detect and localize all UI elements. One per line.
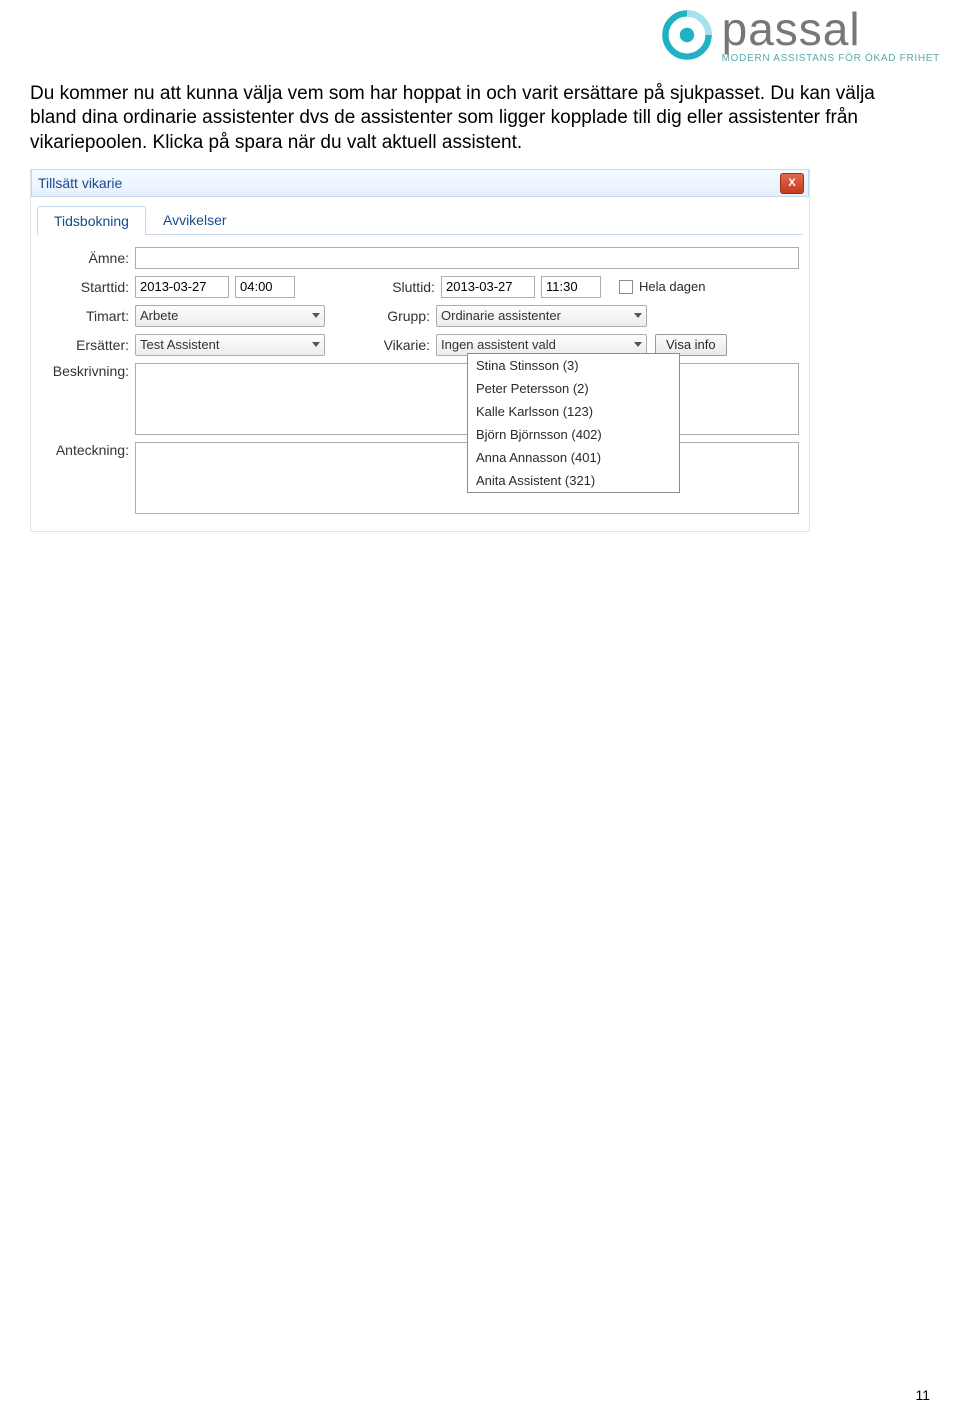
dialog-window: Tillsätt vikarie X Tidsbokning Avvikelse… — [30, 169, 810, 532]
input-end-date[interactable] — [441, 276, 535, 298]
label-vikarie: Vikarie: — [335, 337, 436, 353]
label-grupp: Grupp: — [335, 308, 436, 324]
vikarie-option[interactable]: Anna Annasson (401) — [468, 446, 679, 469]
vikarie-dropdown-list: Stina Stinsson (3) Peter Petersson (2) K… — [467, 353, 680, 493]
select-vikarie-value: Ingen assistent vald — [441, 337, 556, 352]
visa-info-label: Visa info — [666, 337, 716, 352]
select-timart[interactable]: Arbete — [135, 305, 325, 327]
select-grupp-value: Ordinarie assistenter — [441, 308, 561, 323]
brand-tagline: MODERN ASSISTANS FÖR ÖKAD FRIHET — [722, 54, 940, 64]
vikarie-option[interactable]: Björn Björnsson (402) — [468, 423, 679, 446]
dialog-title: Tillsätt vikarie — [32, 175, 122, 191]
chevron-down-icon — [634, 313, 642, 318]
label-beskrivning: Beskrivning: — [41, 363, 135, 379]
input-amne[interactable] — [135, 247, 799, 269]
tab-tidsbokning[interactable]: Tidsbokning — [37, 206, 146, 235]
chevron-down-icon — [634, 342, 642, 347]
label-anteckning: Anteckning: — [41, 442, 135, 458]
page-number: 11 — [915, 1387, 930, 1403]
input-start-time[interactable] — [235, 276, 295, 298]
brand-name: passal — [722, 6, 940, 52]
chevron-down-icon — [312, 313, 320, 318]
label-ersatter: Ersätter: — [41, 337, 135, 353]
label-timart: Timart: — [41, 308, 135, 324]
vikarie-option[interactable]: Peter Petersson (2) — [468, 377, 679, 400]
dialog-titlebar: Tillsätt vikarie X — [31, 169, 809, 197]
brand-icon — [660, 8, 714, 62]
label-amne: Ämne: — [41, 250, 135, 266]
select-timart-value: Arbete — [140, 308, 178, 323]
vikarie-option[interactable]: Kalle Karlsson (123) — [468, 400, 679, 423]
vikarie-option[interactable]: Stina Stinsson (3) — [468, 354, 679, 377]
close-button[interactable]: X — [780, 173, 804, 194]
select-ersatter-value: Test Assistent — [140, 337, 219, 352]
brand-logo-block: passal MODERN ASSISTANS FÖR ÖKAD FRIHET — [660, 6, 940, 64]
chevron-down-icon — [312, 342, 320, 347]
tab-avvikelser[interactable]: Avvikelser — [146, 205, 244, 234]
select-grupp[interactable]: Ordinarie assistenter — [436, 305, 647, 327]
checkbox-hela-dagen[interactable] — [619, 280, 633, 294]
select-ersatter[interactable]: Test Assistent — [135, 334, 325, 356]
vikarie-option[interactable]: Anita Assistent (321) — [468, 469, 679, 492]
close-icon: X — [788, 178, 795, 189]
tab-strip: Tidsbokning Avvikelser — [37, 205, 803, 235]
input-end-time[interactable] — [541, 276, 601, 298]
label-starttid: Starttid: — [41, 279, 135, 295]
label-hela-dagen: Hela dagen — [639, 279, 706, 294]
input-start-date[interactable] — [135, 276, 229, 298]
label-sluttid: Sluttid: — [335, 279, 441, 295]
